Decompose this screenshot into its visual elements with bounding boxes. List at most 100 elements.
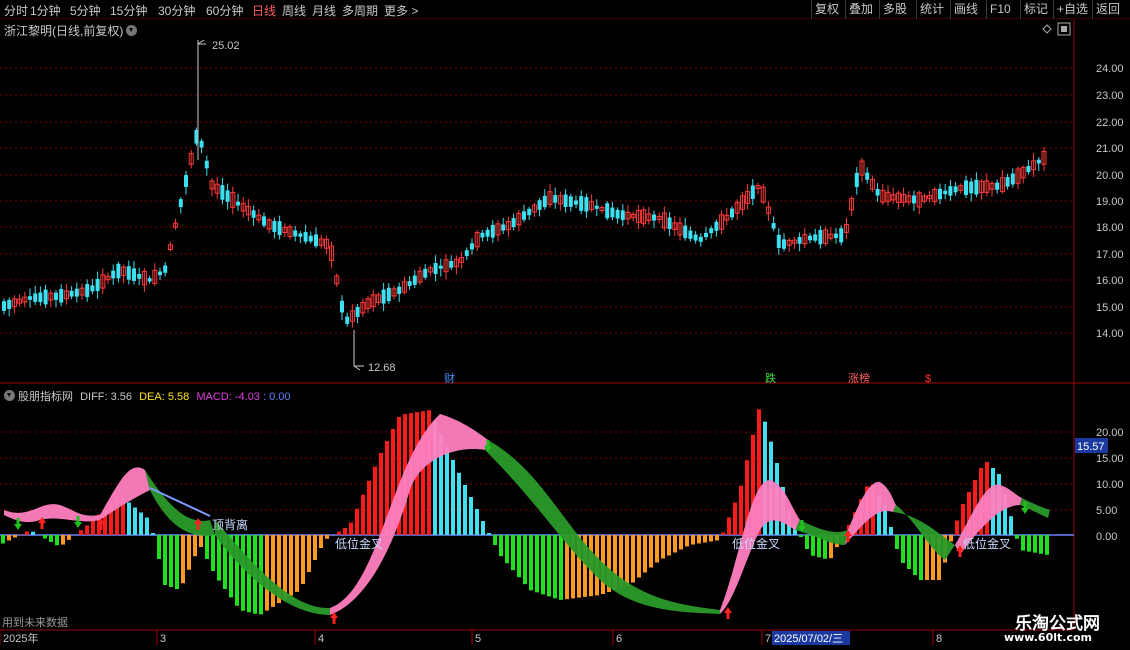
indicator-tick: 15.00 — [1096, 453, 1124, 465]
macd-bar — [211, 535, 215, 571]
candle-body — [38, 292, 43, 303]
candle-body — [709, 228, 714, 234]
candle-body — [776, 234, 781, 248]
indicator-title[interactable]: 股朋指标网 DIFF: 3.56 DEA: 5.58 MACD: -4.03 :… — [4, 388, 291, 404]
candle-body — [272, 221, 277, 232]
candle-body — [969, 181, 974, 194]
macd-bar — [679, 535, 683, 550]
macd-bar — [151, 533, 155, 535]
macd-bar — [127, 502, 131, 535]
candle-body — [314, 234, 318, 247]
candle-body — [522, 211, 526, 220]
macd-bar — [145, 517, 149, 535]
candle-body — [771, 223, 776, 229]
candle-body — [704, 232, 708, 238]
event-marker-limit-list[interactable]: 涨榜 — [848, 371, 870, 385]
candle-body — [750, 185, 755, 199]
macd-bar — [205, 535, 209, 559]
macd-bar — [691, 535, 695, 545]
candle-body — [132, 268, 136, 281]
macd-bar — [811, 535, 815, 556]
event-marker-finance[interactable]: 财 — [444, 371, 455, 385]
macd-bar — [265, 535, 269, 611]
candle-body — [262, 216, 266, 226]
macd-bar — [661, 535, 665, 559]
macd-bar — [667, 535, 671, 556]
candle-body — [397, 286, 402, 294]
macd-bar — [913, 535, 917, 575]
macd-bar — [1033, 535, 1037, 553]
candle-body — [714, 221, 719, 231]
macd-bar — [631, 535, 635, 583]
macd-bar — [493, 535, 497, 545]
candle-body — [33, 293, 38, 302]
candle-body — [340, 300, 344, 313]
macd-bar — [649, 535, 653, 568]
macd-bar — [637, 535, 641, 578]
buy-arrow-icon — [724, 607, 732, 619]
diamond-icon[interactable] — [1042, 24, 1052, 34]
macd-bar — [469, 497, 473, 535]
macd-bar — [499, 535, 503, 557]
candle-body — [28, 296, 32, 300]
macd-bar — [421, 411, 425, 535]
cursor-date: 2025/07/02/三 — [774, 633, 843, 645]
candle-body — [126, 266, 131, 280]
date-tick: 3 — [160, 633, 166, 645]
candle-body — [953, 186, 958, 193]
macd-bar — [79, 530, 83, 535]
candle-body — [511, 218, 516, 228]
candle-body — [563, 194, 568, 208]
macd-bar — [445, 446, 449, 535]
candle-body — [303, 232, 308, 242]
macd-bar — [157, 535, 161, 559]
candle-body — [605, 203, 610, 219]
candle-body — [652, 214, 656, 221]
chevron-down-icon[interactable] — [126, 25, 138, 36]
macd-bar — [373, 466, 377, 535]
event-marker-dollar[interactable]: $ — [925, 373, 931, 385]
date-tick: 5 — [475, 633, 481, 645]
price-tick: 20.00 — [1096, 170, 1124, 182]
macd-bar — [919, 535, 923, 580]
macd-bar — [169, 535, 173, 587]
price-axis: 24.00 23.00 22.00 21.00 20.00 19.00 18.0… — [1096, 63, 1124, 340]
macd-bar — [553, 535, 557, 599]
stock-title[interactable]: 浙江黎明(日线,前复权) — [4, 22, 138, 39]
date-tick: 2025年 — [3, 631, 38, 645]
chevron-down-icon[interactable] — [4, 390, 15, 401]
current-value: 15.57 — [1077, 441, 1105, 453]
macd-bar — [85, 525, 89, 535]
macd-bar — [535, 535, 539, 593]
candle-body — [116, 263, 121, 279]
macd-histogram — [1, 409, 1049, 615]
candle-body — [948, 186, 953, 196]
candle-body — [345, 316, 350, 324]
candle-body — [974, 179, 979, 195]
indicator-tick: 10.00 — [1096, 479, 1124, 491]
macd-bar — [163, 535, 167, 585]
extra-value: : 0.00 — [263, 391, 291, 403]
macd-bar — [643, 535, 647, 573]
macd-bar — [1021, 535, 1025, 551]
candle-body — [95, 278, 100, 292]
macd-bar — [727, 517, 731, 535]
macd-bar — [367, 480, 371, 535]
golden-cross-label: 低位金叉 — [335, 536, 383, 551]
candle-body — [1010, 173, 1015, 185]
candle-body — [527, 208, 532, 216]
indicator-tick: 5.00 — [1096, 505, 1117, 517]
diff-label: DIFF: — [80, 391, 108, 403]
stock-chart[interactable]: 25.02 12.68 24.00 23.00 22.00 21.00 20.0… — [0, 0, 1130, 650]
golden-cross-label: 低位金叉 — [732, 536, 780, 551]
macd-bar — [715, 535, 719, 541]
indicator-tick: 0.00 — [1096, 531, 1117, 543]
golden-cross-label: 低位金叉 — [963, 536, 1011, 551]
stock-name: 浙江黎明(日线,前复权) — [4, 24, 124, 38]
date-tick: 8 — [936, 633, 942, 645]
candle-body — [485, 229, 490, 237]
candle-body — [464, 250, 469, 257]
macd-bar — [289, 535, 293, 596]
macd-bar — [133, 507, 137, 535]
candle-body — [615, 209, 620, 219]
